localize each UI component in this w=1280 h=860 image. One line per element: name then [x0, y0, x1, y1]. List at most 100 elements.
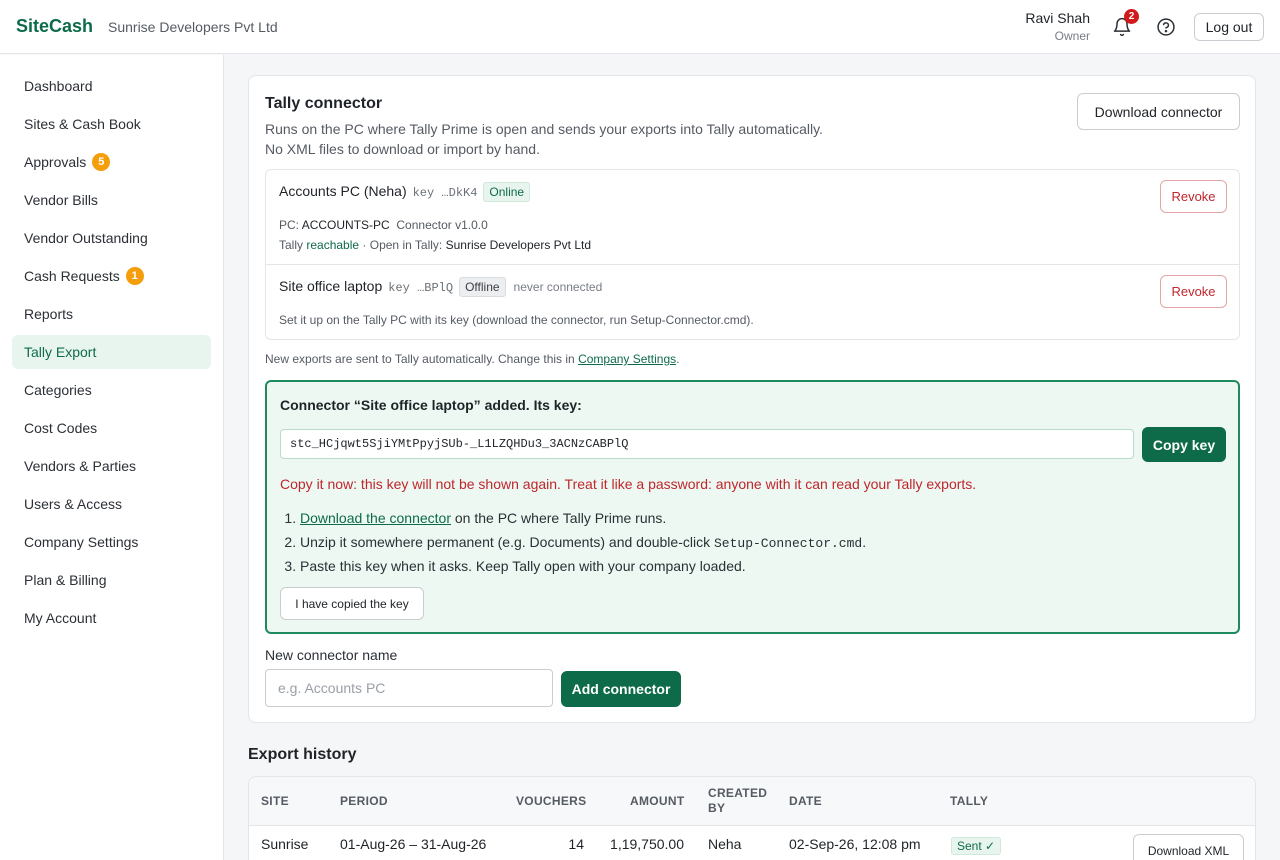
auto-note-text: New exports are sent to Tally automatica… — [265, 352, 575, 366]
connector-name-line: Site office laptop key …BPlQ Offline never … — [279, 277, 602, 297]
company-name: Sunrise Developers Pvt Ltd — [108, 19, 278, 35]
connector-row: Site office laptop key …BPlQ Offline never … — [266, 264, 1239, 339]
sidebar-item-categories[interactable]: Categories — [12, 373, 211, 407]
sidebar-item-label: Categories — [24, 382, 92, 398]
column-header: Vouchers — [516, 794, 587, 808]
brand-logo[interactable]: SiteCash — [16, 16, 93, 37]
connector-key-suffix: key …BPlQ — [388, 281, 454, 295]
setup-command: Setup-Connector.cmd — [713, 536, 863, 551]
tally-state: reachable — [306, 238, 360, 252]
connector-row: Accounts PC (Neha) key …DkK4 Online PC: AC… — [266, 170, 1239, 264]
copy-key-button[interactable]: Copy key — [1142, 427, 1226, 462]
cell-site: Sunrise — [261, 836, 309, 852]
cell-vouchers: 14 — [568, 836, 584, 852]
user-role: Owner — [1054, 29, 1090, 43]
tally-connector-card: Tally connector Runs on the PC where Tal… — [248, 75, 1256, 723]
sidebar-item-label: Plan & Billing — [24, 572, 107, 588]
auto-note-suffix: . — [676, 352, 680, 366]
cell-period: 01-Aug-26 – 31-Aug-26 — [340, 836, 487, 852]
tally-status-badge: Sent ✓ — [951, 837, 1002, 855]
status-badge: Online — [483, 182, 531, 202]
open-company: Sunrise Developers Pvt Ltd — [445, 238, 591, 252]
export-history-table: Site Period Vouchers Amount Created by D… — [248, 776, 1256, 860]
connector-name: Site office laptop — [279, 278, 383, 294]
connector-key-suffix: key …DkK4 — [412, 186, 478, 200]
sidebar-item-label: Vendors & Parties — [24, 458, 137, 474]
new-connector-label: New connector name — [265, 647, 398, 663]
column-header: Site — [261, 794, 289, 808]
copied-key-button[interactable]: I have copied the key — [280, 587, 424, 620]
download-connector-link[interactable]: Download the connector — [300, 510, 451, 526]
new-key-panel: Connector “Site office laptop” added. It… — [265, 380, 1240, 634]
sidebar-item-users-access[interactable]: Users & Access — [12, 487, 211, 521]
setup-steps: Download the connector on the PC where T… — [300, 508, 866, 580]
revoke-button[interactable]: Revoke — [1160, 180, 1227, 213]
connector-name-line: Accounts PC (Neha) key …DkK4 Online — [279, 182, 531, 202]
description-line: No XML files to download or import by ha… — [265, 141, 540, 157]
step-text: Unzip it somewhere permanent (e.g. Docum… — [300, 534, 714, 550]
connection-note: never connected — [513, 280, 603, 294]
status-badge: Offline — [459, 277, 506, 297]
cell-created-by: Neha — [708, 836, 742, 852]
user-info: Ravi Shah Owner — [1025, 10, 1090, 43]
sidebar-item-reports[interactable]: Reports — [12, 297, 211, 331]
description-line: Runs on the PC where Tally Prime is open… — [265, 121, 823, 137]
pc-label: PC: — [279, 218, 300, 232]
card-description: Runs on the PC where Tally Prime is open… — [265, 119, 823, 159]
sidebar-item-my-account[interactable]: My Account — [12, 601, 211, 635]
sidebar-item-tally-export[interactable]: Tally Export — [12, 335, 211, 369]
tally-label: Tally — [279, 238, 304, 252]
help-icon[interactable] — [1156, 17, 1176, 37]
sidebar-item-label: Approvals — [24, 154, 87, 170]
sidebar-item-label: Sites & Cash Book — [24, 116, 141, 132]
column-header: Tally — [950, 794, 989, 808]
connector-pc-info: PC: ACCOUNTS-PC Connector v1.0.0 — [279, 218, 488, 232]
setup-step: Download the connector on the PC where T… — [300, 508, 866, 532]
sidebar-item-cost-codes[interactable]: Cost Codes — [12, 411, 211, 445]
sidebar-item-plan-billing[interactable]: Plan & Billing — [12, 563, 211, 597]
sidebar-item-sites-cash-book[interactable]: Sites & Cash Book — [12, 107, 211, 141]
key-warning: Copy it now: this key will not be shown … — [280, 476, 977, 492]
column-header: Created by — [708, 786, 768, 815]
setup-step: Unzip it somewhere permanent (e.g. Docum… — [300, 532, 866, 556]
sidebar-item-approvals[interactable]: Approvals 5 — [12, 145, 211, 179]
sidebar-item-label: Vendor Outstanding — [24, 230, 148, 246]
sidebar-item-company-settings[interactable]: Company Settings — [12, 525, 211, 559]
sidebar-item-vendors-parties[interactable]: Vendors & Parties — [12, 449, 211, 483]
sidebar-item-label: Reports — [24, 306, 74, 322]
user-name: Ravi Shah — [1025, 10, 1090, 26]
sidebar-item-dashboard[interactable]: Dashboard — [12, 69, 211, 103]
sidebar-item-vendor-outstanding[interactable]: Vendor Outstanding — [12, 221, 211, 255]
download-connector-button[interactable]: Download connector — [1077, 93, 1240, 130]
table-header: Site Period Vouchers Amount Created by D… — [249, 777, 1255, 826]
new-connector-input[interactable] — [265, 669, 553, 707]
cell-amount: 1,19,750.00 — [610, 836, 684, 852]
revoke-button[interactable]: Revoke — [1160, 275, 1227, 308]
sidebar-item-label: My Account — [24, 610, 97, 626]
sidebar-item-vendor-bills[interactable]: Vendor Bills — [12, 183, 211, 217]
connector-tally-status: Tally reachable · Open in Tally: Sunrise… — [279, 238, 591, 252]
logout-button[interactable]: Log out — [1194, 13, 1264, 41]
download-xml-button[interactable]: Download XML — [1133, 834, 1244, 860]
company-settings-link[interactable]: Company Settings — [578, 352, 676, 366]
sidebar-item-cash-requests[interactable]: Cash Requests 1 — [12, 259, 211, 293]
pc-name: ACCOUNTS-PC — [301, 218, 390, 232]
step-text: . — [862, 534, 867, 550]
connector-key-field[interactable]: stc_HCjqwt5SjiYMtPpyjSUb-_L1LZQHDu3_3ACN… — [280, 429, 1134, 459]
auto-export-note: New exports are sent to Tally automatica… — [265, 352, 679, 366]
top-bar: SiteCash Sunrise Developers Pvt Ltd Ravi… — [0, 0, 1280, 54]
sidebar-item-label: Dashboard — [24, 78, 93, 94]
sidebar-item-label: Tally Export — [24, 344, 97, 360]
sidebar-item-label: Cash Requests — [24, 268, 120, 284]
connector-list: Accounts PC (Neha) key …DkK4 Online PC: AC… — [265, 169, 1240, 340]
export-history-title: Export history — [248, 746, 357, 763]
notification-badge: 2 — [1124, 9, 1139, 24]
connector-version: Connector v1.0.0 — [396, 218, 488, 232]
connector-name: Accounts PC (Neha) — [279, 183, 407, 199]
sidebar-item-label: Users & Access — [24, 496, 123, 512]
add-connector-button[interactable]: Add connector — [561, 671, 681, 707]
column-header: Date — [789, 794, 822, 808]
open-label: · Open in Tally: — [362, 238, 443, 252]
approvals-count-badge: 5 — [92, 153, 111, 171]
column-header: Amount — [630, 794, 685, 808]
